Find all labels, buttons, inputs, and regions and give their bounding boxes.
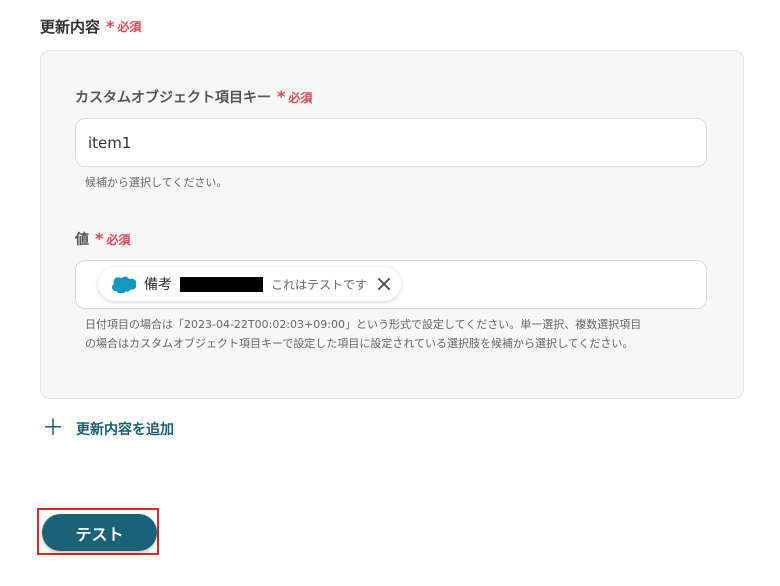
required-text: 必須: [106, 232, 131, 247]
update-section-title: 更新内容: [40, 18, 101, 36]
required-mark: *: [106, 16, 115, 36]
value-field-input[interactable]: 備考 これはテストです: [75, 260, 707, 309]
chip-field-value: これはテストです: [271, 277, 368, 292]
key-field-value: item1: [88, 133, 132, 152]
required-mark: *: [277, 87, 286, 106]
plus-icon: ＋: [42, 416, 65, 441]
key-field-label: カスタムオブジェクト項目キー * 必須: [75, 87, 312, 107]
value-field-label: 値 * 必須: [75, 229, 130, 249]
key-field-hint: 候補から選択してください。: [85, 176, 228, 189]
required-badge: * 必須: [106, 18, 141, 35]
test-button[interactable]: テスト: [42, 514, 157, 551]
update-section-label: 更新内容 * 必須: [40, 16, 141, 37]
required-text: 必須: [117, 20, 142, 34]
required-badge: * 必須: [277, 89, 312, 106]
required-badge: * 必須: [95, 231, 130, 248]
value-field-title: 値: [75, 232, 89, 248]
value-field-hint: 日付項目の場合は「2023-04-22T00:02:03+09:00」という形式…: [85, 315, 641, 353]
update-card: カスタムオブジェクト項目キー * 必須 item1 候補から選択してください。 …: [40, 50, 744, 399]
value-hint-line-2: の場合はカスタムオブジェクト項目キーで設定した項目に設定されている選択肢を候補か…: [85, 337, 634, 350]
close-icon[interactable]: [377, 277, 391, 291]
chip-field-name: 備考: [144, 277, 172, 293]
required-mark: *: [95, 229, 104, 248]
add-update-button[interactable]: ＋ 更新内容を追加: [42, 418, 174, 440]
redacted-block: [180, 276, 263, 292]
key-field-input[interactable]: item1: [75, 118, 707, 167]
add-update-label: 更新内容を追加: [76, 422, 175, 438]
required-text: 必須: [288, 90, 313, 105]
salesforce-cloud-icon: [112, 276, 136, 293]
value-chip[interactable]: 備考 これはテストです: [98, 267, 402, 301]
key-field-title: カスタムオブジェクト項目キー: [75, 90, 271, 106]
value-hint-line-1: 日付項目の場合は「2023-04-22T00:02:03+09:00」という形式…: [85, 318, 642, 331]
